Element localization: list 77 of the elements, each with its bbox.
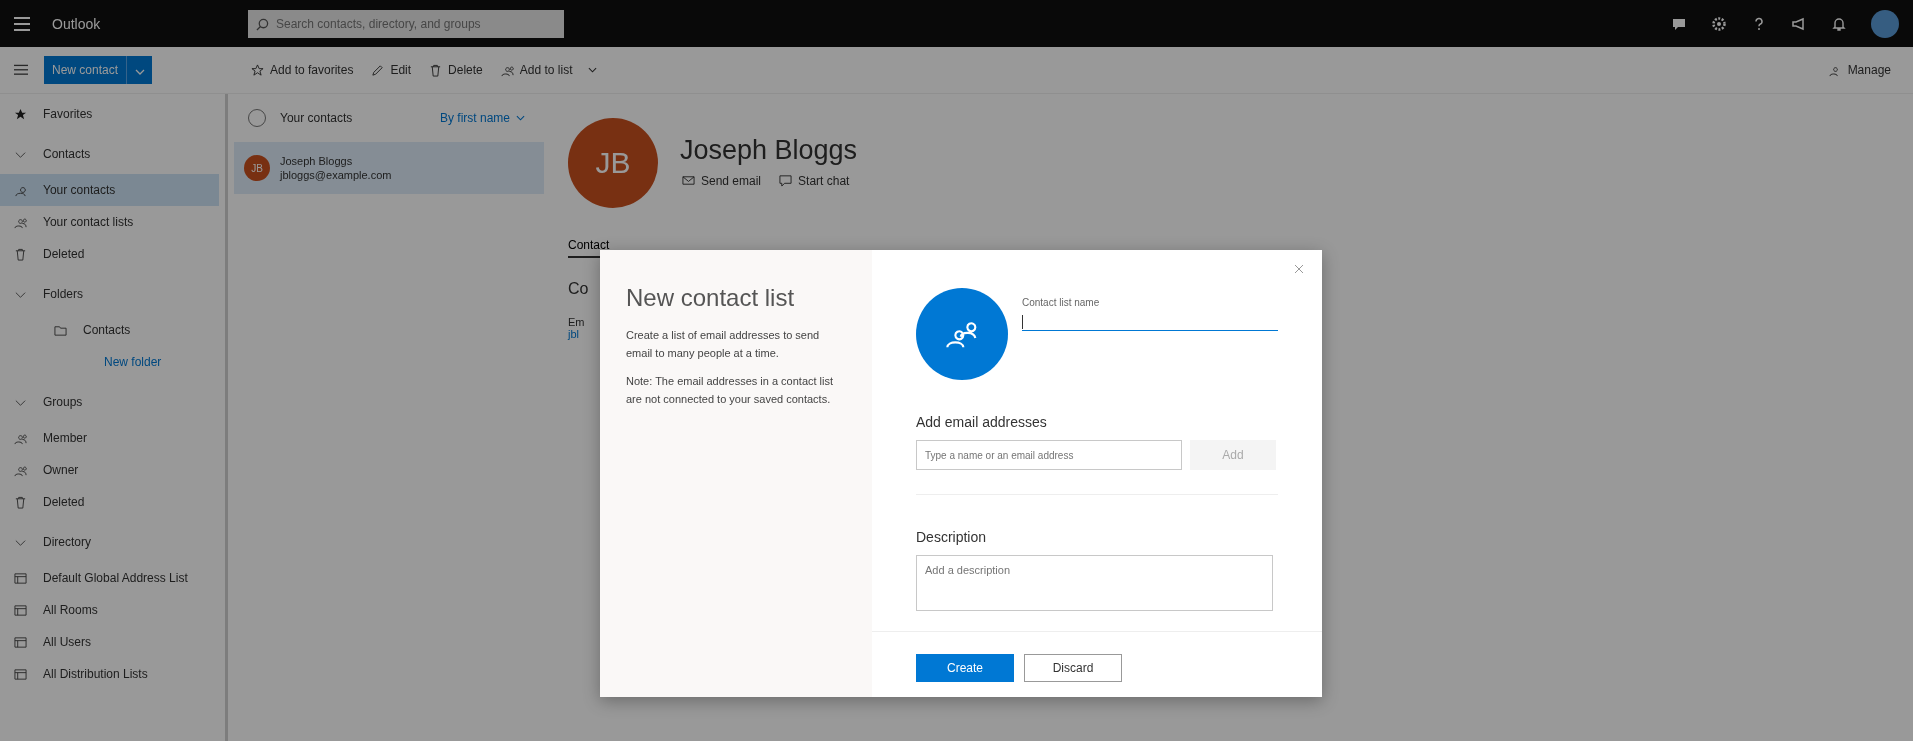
- contact-avatar: JB: [244, 155, 270, 181]
- trash-icon: [14, 247, 27, 261]
- menu-icon[interactable]: [14, 64, 28, 76]
- field-label: Em: [568, 316, 585, 328]
- trash-icon: [14, 495, 27, 509]
- list-title: Your contacts: [280, 111, 354, 125]
- toolbar-button[interactable]: Delete: [427, 59, 485, 81]
- address-book-icon: [14, 667, 27, 681]
- tree-section[interactable]: Groups: [0, 382, 219, 422]
- trash-icon: [429, 63, 443, 77]
- email-link[interactable]: jbl: [568, 328, 579, 340]
- dialog-title: New contact list: [626, 284, 796, 312]
- contact-avatar: JB: [568, 118, 658, 208]
- sidebar-item[interactable]: Member: [0, 422, 219, 454]
- sidebar-item[interactable]: Your contacts: [0, 174, 219, 206]
- contact-action[interactable]: Send email: [680, 169, 764, 192]
- people-icon: [14, 463, 27, 477]
- manage-button[interactable]: Manage: [1826, 59, 1893, 81]
- toolbar-button[interactable]: Add to favorites: [249, 59, 356, 81]
- star-icon: [251, 63, 264, 77]
- sidebar-item[interactable]: Favorites: [0, 98, 219, 130]
- people-icon: [14, 215, 27, 229]
- star-icon: [14, 107, 27, 121]
- settings-icon[interactable]: [1711, 15, 1727, 32]
- discard-button[interactable]: Discard: [1024, 654, 1122, 682]
- sidebar-item[interactable]: Default Global Address List: [0, 562, 219, 594]
- sidebar-item[interactable]: All Distribution Lists: [0, 658, 219, 690]
- caret-icon: [516, 115, 526, 121]
- sidebar-item[interactable]: All Rooms: [0, 594, 219, 626]
- dropdown-button[interactable]: [126, 56, 153, 84]
- sidebar-item[interactable]: All Users: [0, 626, 219, 658]
- tree-section[interactable]: Folders: [0, 274, 219, 314]
- email-input[interactable]: Type a name or an email address: [916, 440, 1182, 470]
- contact-email: jbloggs@example.com: [280, 168, 392, 182]
- mail-icon: [682, 174, 695, 187]
- caret-icon: [134, 68, 145, 75]
- address-book-icon: [14, 603, 27, 617]
- search-icon: [256, 17, 269, 31]
- create-button[interactable]: Create: [916, 654, 1014, 682]
- account-avatar[interactable]: [1871, 9, 1899, 38]
- description-field[interactable]: Add a description: [916, 555, 1273, 611]
- contact-action[interactable]: Start chat: [777, 169, 852, 192]
- folder-icon: [54, 323, 67, 337]
- bell-icon[interactable]: [1831, 15, 1847, 32]
- pencil-icon: [371, 63, 385, 77]
- contact-name: Joseph Bloggs: [280, 154, 354, 168]
- toolbar-button[interactable]: Edit: [369, 59, 414, 81]
- megaphone-icon[interactable]: [1791, 15, 1807, 32]
- section-heading: Description: [916, 529, 988, 545]
- list-name-field[interactable]: Contact list name: [1022, 294, 1278, 331]
- menu-icon[interactable]: [14, 16, 30, 31]
- new-contact-button[interactable]: New contact: [44, 56, 127, 84]
- close-icon[interactable]: [1294, 264, 1304, 274]
- address-book-icon: [14, 571, 27, 585]
- app-title: Outlook: [52, 15, 102, 32]
- toolbar-button[interactable]: Add to list: [498, 59, 575, 81]
- section-heading: Add email addresses: [916, 414, 1048, 430]
- sidebar-item[interactable]: New folder: [0, 346, 219, 378]
- dialog-text: Note: The email addresses in a contact list are not connected to your saved contacts.: [626, 374, 835, 407]
- people-icon: [500, 63, 514, 77]
- tree-section[interactable]: Contacts: [0, 134, 219, 174]
- sidebar-item[interactable]: Owner: [0, 454, 219, 486]
- sidebar-item[interactable]: Contacts: [0, 314, 219, 346]
- tree-section[interactable]: Directory: [0, 522, 219, 562]
- sort-dropdown[interactable]: By first name: [434, 110, 532, 126]
- section-heading: Co: [568, 280, 589, 298]
- contact-row[interactable]: JB Joseph Bloggs jbloggs@example.com: [234, 142, 544, 194]
- caret-icon[interactable]: [588, 67, 598, 73]
- sidebar-item[interactable]: Deleted: [0, 486, 219, 518]
- people-icon: [14, 431, 27, 445]
- dialog-text: Create a list of email addresses to send email to many people at a time.: [626, 328, 821, 361]
- sidebar-item[interactable]: Deleted: [0, 238, 219, 270]
- search-field[interactable]: Search contacts, directory, and groups: [248, 9, 564, 38]
- sidebar-item[interactable]: Your contact lists: [0, 206, 219, 238]
- address-book-icon: [14, 635, 27, 649]
- chat-icon: [779, 174, 793, 187]
- contact-name: Joseph Bloggs: [680, 134, 858, 166]
